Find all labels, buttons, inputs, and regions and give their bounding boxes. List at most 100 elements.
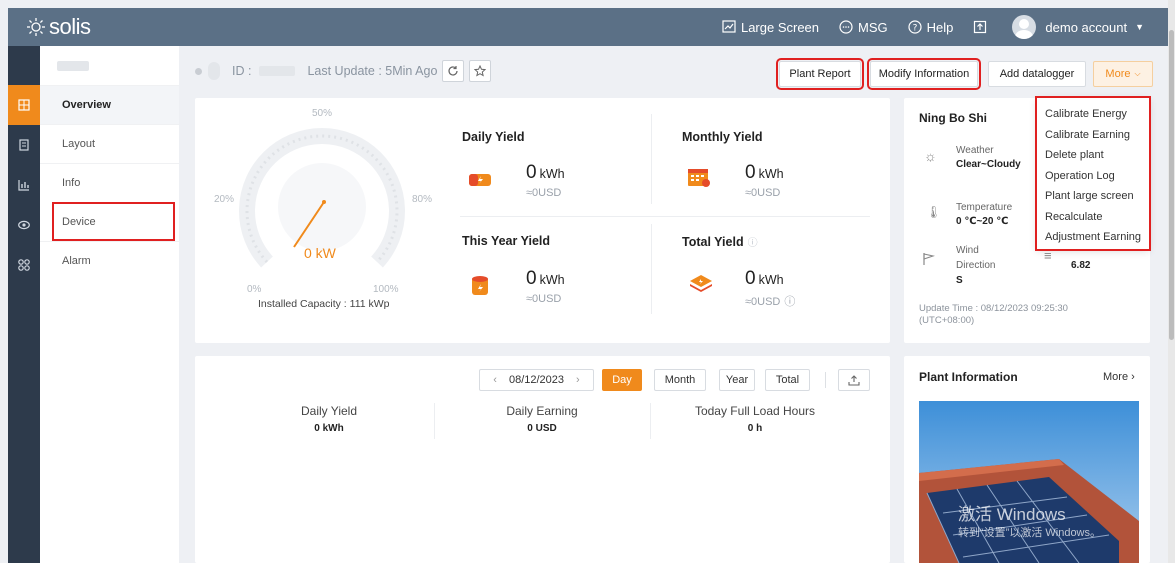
side-nav: Overview Layout Info Device Alarm [40,46,179,563]
caret-down-icon: ▼ [1135,22,1144,32]
status-pill [208,62,220,80]
nav-item-alarm[interactable]: Alarm [40,241,179,280]
weather-value: Clear~Cloudy [956,159,1021,170]
help-icon: ? [908,20,922,34]
nav-item-overview[interactable]: Overview [40,85,179,124]
gauge-tick-100: 100% [373,284,399,295]
thermometer-icon: 🌡︎ [926,205,942,219]
plant-status-row: ID : Last Update : 5Min Ago [195,60,492,82]
rail-document-icon[interactable] [8,125,40,165]
export-chart-button[interactable] [838,369,870,391]
gauge-value: 0 kW [304,245,336,261]
monthly-yield-usd: ≈0USD [745,187,781,199]
id-value-placeholder [259,66,296,76]
scrollbar-thumb[interactable] [1169,30,1174,340]
nav-item-device[interactable]: Device [52,202,175,241]
modify-information-button[interactable]: Modify Information [867,58,981,90]
weather-city: Ning Bo Shi [919,111,987,125]
flag-icon [923,253,935,265]
value-number: 0 [526,162,537,183]
id-label: ID : [232,64,252,78]
nav-item-info[interactable]: Info [40,163,179,202]
gauge-tick-20: 20% [214,194,235,205]
plant-info-title: Plant Information [919,370,1018,384]
rail-apps-icon[interactable] [8,245,40,285]
help-button[interactable]: ? Help [908,19,954,35]
msg-button[interactable]: MSG [839,20,888,35]
year-yield-label: This Year Yield [462,234,551,248]
export-icon [974,20,987,34]
account-menu[interactable]: demo account ▼ [1012,15,1144,39]
temperature-value: 0 ℃~20 ℃ [956,216,1009,227]
summary-daily-yield-label: Daily Yield [300,404,358,418]
plant-report-button[interactable]: Plant Report [776,58,864,90]
nav-label: Alarm [62,255,91,267]
summary-daily-earning-label: Daily Earning [506,404,578,418]
date-picker[interactable]: ‹ 08/12/2023 › [479,369,594,391]
total-yield-value: 0 kWh [745,268,784,290]
summary-daily-earning-value: 0 USD [527,423,557,434]
layers-icon [690,275,712,292]
favorite-button[interactable] [469,60,492,82]
menu-item-calibrate-energy[interactable]: Calibrate Energy [1037,104,1149,125]
usd-text: ≈0USD [745,296,781,308]
help-label: Help [926,19,954,35]
refresh-icon [448,66,459,76]
icon-rail [8,46,40,563]
menu-item-plant-large-screen[interactable]: Plant large screen [1037,186,1149,207]
battery-icon [469,174,491,186]
year-yield-usd: ≈0USD [526,293,562,305]
menu-item-recalculate[interactable]: Recalculate [1037,207,1149,228]
chart-screen-icon [722,20,736,33]
info-icon[interactable]: ⓘ [784,296,795,308]
nav-item-layout[interactable]: Layout [40,124,179,163]
chevron-right-icon: › [1131,371,1135,383]
status-dot [195,67,202,75]
divider [434,403,435,439]
total-yield-label: Total Yield ⓘ [682,234,758,249]
info-icon[interactable]: ⓘ [748,238,758,249]
chevron-left-icon[interactable]: ‹ [493,374,497,386]
daily-yield-label: Daily Yield [462,130,525,144]
account-name: demo account [1045,19,1128,35]
more-dropdown-menu: Calibrate Energy Calibrate Earning Delet… [1035,96,1151,251]
nav-label: Overview [62,99,111,111]
summary-full-load-label: Today Full Load Hours [694,404,816,418]
large-screen-button[interactable]: Large Screen [722,20,819,35]
menu-item-delete-plant[interactable]: Delete plant [1037,145,1149,166]
value-number: 0 [745,268,756,289]
chevron-down-icon: ⌵ [1134,69,1141,78]
rail-overview-icon[interactable] [8,85,40,125]
sun-icon: ☼ [924,148,937,164]
rail-report-icon[interactable] [8,165,40,205]
menu-item-adjustment-earning[interactable]: Adjustment Earning [1037,227,1149,248]
solis-logo[interactable]: solis [26,14,91,40]
cylinder-icon [472,276,488,295]
more-link-text: More [1103,371,1129,383]
rail-eye-icon[interactable] [8,205,40,245]
large-screen-label: Large Screen [740,19,820,35]
value-number: 0 [526,268,537,289]
upload-icon [848,375,860,386]
export-button[interactable] [973,20,992,34]
menu-item-operation-log[interactable]: Operation Log [1037,166,1149,187]
msg-label: MSG [858,19,888,35]
divider [825,372,826,388]
svg-text:?: ? [912,24,917,34]
tab-year[interactable]: Year [719,369,755,391]
chevron-right-icon[interactable]: › [576,374,580,386]
divider [650,403,651,439]
menu-item-calibrate-earning[interactable]: Calibrate Earning [1037,125,1149,146]
weather-label: Weather [956,145,994,156]
tab-day[interactable]: Day [602,369,642,391]
nav-label: Device [62,216,96,228]
add-datalogger-button[interactable]: Add datalogger [988,61,1086,87]
value-number: 0 [745,162,756,183]
tab-month[interactable]: Month [654,369,706,391]
gauge-tick-0: 0% [247,284,262,295]
tab-total[interactable]: Total [765,369,810,391]
summary-daily-yield-value: 0 kWh [314,423,344,434]
plant-info-more-link[interactable]: More › [1103,371,1135,383]
more-button[interactable]: More ⌵ [1093,61,1153,87]
refresh-button[interactable] [442,60,465,82]
